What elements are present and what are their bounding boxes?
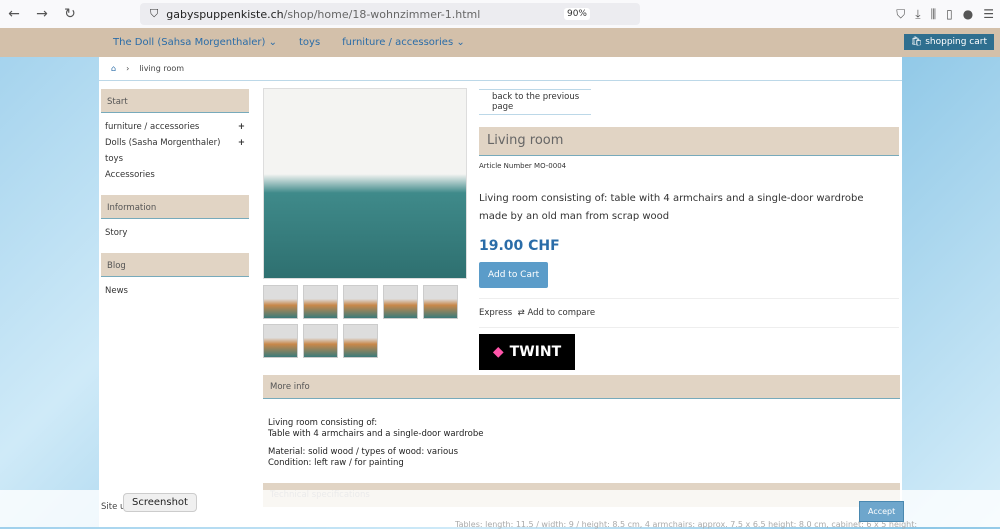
sidebar-item-accessories[interactable]: Accessories — [101, 167, 249, 183]
url-path: /shop/home/18-wohnzimmer-1.html — [283, 7, 481, 21]
info-line: Material: solid wood / types of wood: va… — [268, 447, 459, 457]
screenshot-tooltip: Screenshot — [123, 493, 197, 512]
technical-specs-text: Tables: length: 11.5 / width: 9 / height… — [455, 520, 918, 529]
back-icon[interactable]: ← — [0, 6, 28, 22]
more-info-heading: More info — [263, 375, 900, 399]
cart-label: shopping cart — [925, 37, 987, 47]
back-link[interactable]: back to the previous page — [479, 89, 591, 115]
nav-furniture[interactable]: furniture / accessories ⌄ — [342, 37, 465, 48]
expand-icon[interactable]: + — [238, 122, 245, 132]
description-line: made by an old man from scrap wood — [479, 211, 670, 222]
sep: › — [126, 64, 130, 73]
item-label: furniture / accessories — [105, 122, 200, 132]
browser-toolbar: ← → ↻ ⛉ gabyspuppenkiste.ch/shop/home/18-… — [0, 0, 1000, 28]
zoom-level[interactable]: 90% — [563, 8, 590, 20]
reload-icon[interactable]: ↻ — [56, 6, 84, 22]
thumbnail[interactable] — [343, 285, 378, 319]
thumbnail[interactable] — [303, 285, 338, 319]
sidebar-heading-blog: Blog — [101, 253, 249, 277]
more-info-text: Living room consisting of: Table with 4 … — [268, 418, 483, 469]
product-info: back to the previous page Living room Ar… — [479, 89, 899, 370]
extension-icons: ⛉ ⤓ ⫼ ▯ ● ☰ — [896, 7, 994, 22]
sidebar: Start furniture / accessories + Dolls (Sa… — [101, 89, 249, 299]
breadcrumb: ⌂ › living room — [99, 57, 902, 81]
description-line: Living room consisting of: table with 4 … — [479, 193, 864, 204]
url-host: gabyspuppenkiste.ch — [166, 7, 284, 21]
sidebar-item-toys[interactable]: toys — [101, 151, 249, 167]
bag-icon: 🛍 — [910, 37, 926, 47]
breadcrumb-current: living room — [139, 64, 185, 73]
item-label: toys — [105, 154, 123, 164]
pocket-icon[interactable]: ⛉ — [896, 7, 905, 22]
page-content: ⌂ › living room Start furniture / accessor… — [99, 57, 902, 527]
thumbnail[interactable] — [423, 285, 458, 319]
sidebar-heading-information: Information — [101, 195, 249, 219]
sidebar-item-story[interactable]: Story — [101, 225, 249, 241]
sidebar-heading-start: Start — [101, 89, 249, 113]
item-label: News — [105, 286, 128, 296]
sidebar-item-dolls[interactable]: Dolls (Sasha Morgenthaler) + — [101, 135, 249, 151]
item-label: Accessories — [105, 170, 155, 180]
info-line: Condition: left raw / for painting — [268, 458, 404, 468]
thumbnail-gallery — [263, 285, 463, 358]
accept-button[interactable]: Accept — [859, 501, 905, 522]
address-bar[interactable]: ⛉ gabyspuppenkiste.ch/shop/home/18-wohnzi… — [140, 3, 640, 25]
thumbnail[interactable] — [263, 285, 298, 319]
sidebar-item-news[interactable]: News — [101, 283, 249, 299]
add-to-cart-button[interactable]: Add to Cart — [479, 262, 549, 288]
thumbnail[interactable] — [383, 285, 418, 319]
sidebar-item-furniture[interactable]: furniture / accessories + — [101, 119, 249, 135]
shield-icon: ⛉ — [150, 7, 159, 20]
home-icon[interactable]: ⌂ — [111, 64, 116, 73]
forward-icon[interactable]: → — [28, 6, 56, 22]
shuffle-icon: ⇄ — [517, 308, 525, 318]
twint-label: TWINT — [509, 344, 562, 360]
info-line: Table with 4 armchairs and a single-door… — [268, 429, 484, 439]
item-label: Dolls (Sasha Morgenthaler) — [105, 138, 221, 148]
item-label: Story — [105, 228, 128, 238]
nav-toys[interactable]: toys — [299, 37, 320, 48]
download-icon[interactable]: ⤓ — [915, 7, 920, 22]
sidebar-icon[interactable]: ▯ — [946, 7, 953, 22]
extension-icon[interactable]: ● — [963, 7, 973, 22]
price: 19.00 CHF — [479, 238, 560, 254]
shopping-cart-button[interactable]: 🛍 shopping cart — [903, 34, 994, 50]
product-main-image[interactable] — [263, 88, 467, 279]
library-icon[interactable]: ⫼ — [931, 7, 937, 22]
cookie-text: Site u — [101, 502, 126, 512]
menu-icon[interactable]: ☰ — [983, 7, 994, 22]
article-number: Article Number MO-0004 — [479, 162, 567, 170]
twint-logo[interactable]: ◆ TWINT — [479, 334, 575, 370]
expand-icon[interactable]: + — [238, 138, 245, 148]
twint-icon: ◆ — [492, 344, 504, 360]
thumbnail[interactable] — [263, 324, 298, 358]
thumbnail[interactable] — [343, 324, 378, 358]
info-line: Living room consisting of: — [268, 418, 378, 428]
nav-doll[interactable]: The Doll (Sahsa Morgenthaler) ⌄ — [113, 37, 277, 48]
top-nav: The Doll (Sahsa Morgenthaler) ⌄ toys fur… — [0, 28, 1000, 57]
product-title: Living room — [479, 127, 899, 156]
add-to-compare-link[interactable]: Add to compare — [527, 308, 595, 318]
express-link[interactable]: Express — [479, 308, 512, 318]
thumbnail[interactable] — [303, 324, 338, 358]
